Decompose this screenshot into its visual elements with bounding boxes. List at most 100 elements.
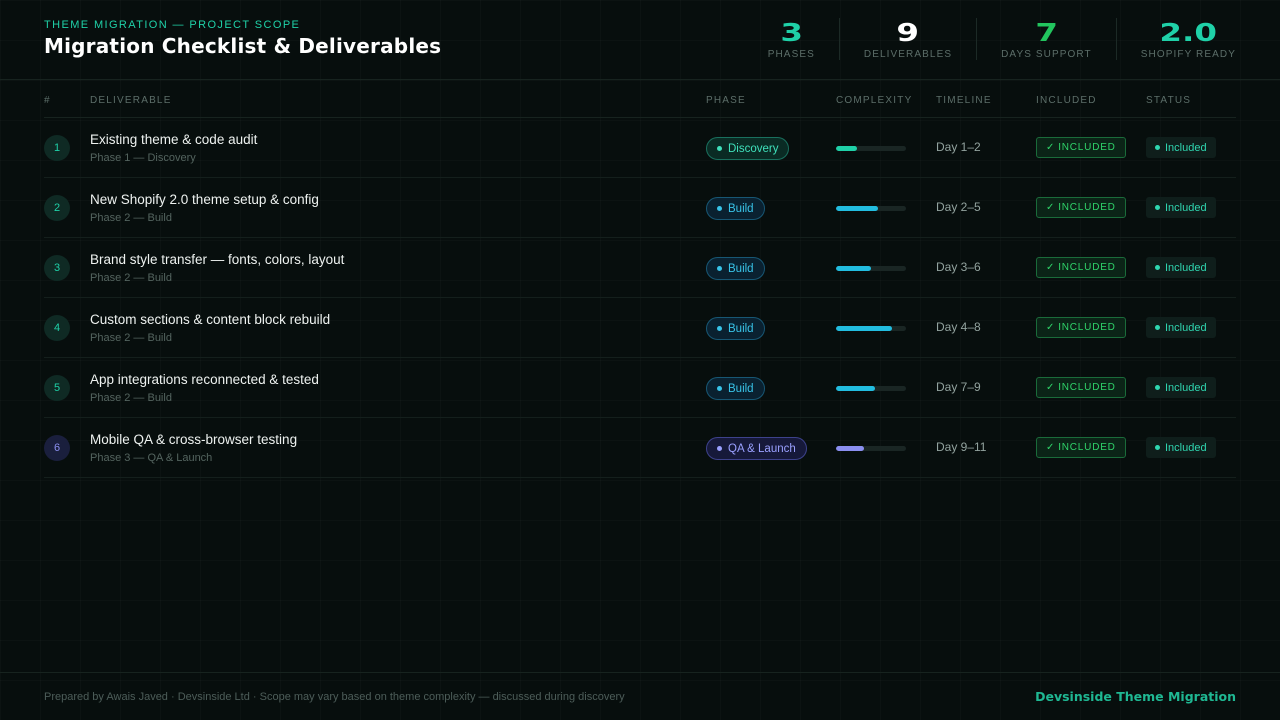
- complexity-bar: [836, 146, 906, 151]
- deliverable-title: Brand style transfer — fonts, colors, la…: [90, 252, 345, 267]
- stat-label: DELIVERABLES: [863, 49, 953, 60]
- timeline-text: Day 3–6: [936, 260, 981, 274]
- complexity-bar: [836, 446, 906, 451]
- phase-pill: Build: [706, 317, 765, 340]
- deliverable-subtitle: Phase 2 — Build: [90, 392, 172, 404]
- row-number: 3: [44, 255, 70, 281]
- complexity-fill: [836, 386, 875, 391]
- dot-icon: [717, 326, 722, 331]
- dot-icon: [1155, 145, 1160, 150]
- stat-value: 9: [896, 18, 920, 47]
- included-label: INCLUDED: [1058, 322, 1116, 333]
- check-icon: ✓: [1046, 262, 1056, 273]
- status-label: Included: [1165, 321, 1207, 334]
- phase-label: QA & Launch: [728, 442, 796, 455]
- phase-label: Build: [728, 262, 754, 275]
- status-badge: Included: [1146, 137, 1216, 158]
- stat-shopify-ready: 2.0 SHOPIFY READY: [1115, 18, 1236, 60]
- timeline-text: Day 7–9: [936, 380, 981, 394]
- stat-deliverables: 9 DELIVERABLES: [838, 18, 976, 60]
- included-label: INCLUDED: [1058, 382, 1116, 393]
- stat-value: 2.0: [1159, 18, 1218, 47]
- dot-icon: [717, 386, 722, 391]
- status-label: Included: [1165, 381, 1207, 394]
- included-label: INCLUDED: [1058, 262, 1116, 273]
- phase-label: Discovery: [728, 142, 779, 155]
- included-label: INCLUDED: [1058, 202, 1116, 213]
- eyebrow-label: THEME MIGRATION — PROJECT SCOPE: [44, 19, 301, 31]
- table-row: 4 Custom sections & content block rebuil…: [44, 298, 1236, 358]
- status-badge: Included: [1146, 197, 1216, 218]
- deliverable-title: Existing theme & code audit: [90, 132, 258, 147]
- complexity-fill: [836, 266, 871, 271]
- stat-value: 3: [779, 18, 803, 47]
- included-badge: ✓ INCLUDED: [1036, 317, 1126, 338]
- phase-label: Build: [728, 202, 754, 215]
- deliverable-title: Custom sections & content block rebuild: [90, 312, 331, 327]
- deliverable-subtitle: Phase 2 — Build: [90, 332, 172, 344]
- dot-icon: [717, 266, 722, 271]
- dot-icon: [1155, 325, 1160, 330]
- stat-phases: 3 PHASES: [768, 18, 839, 60]
- timeline-text: Day 9–11: [936, 440, 987, 454]
- phase-pill: Discovery: [706, 137, 790, 160]
- column-header-status: STATUS: [1146, 95, 1192, 106]
- dot-icon: [1155, 265, 1160, 270]
- column-header-complexity: COMPLEXITY: [836, 95, 913, 106]
- stat-label: DAYS SUPPORT: [1001, 49, 1092, 60]
- column-header-number: #: [44, 95, 51, 106]
- table-header: # DELIVERABLE PHASE COMPLEXITY TIMELINE …: [44, 80, 1236, 118]
- page-title: Migration Checklist & Deliverables: [44, 34, 442, 58]
- deliverable-subtitle: Phase 2 — Build: [90, 272, 172, 284]
- stat-label: PHASES: [767, 49, 815, 60]
- complexity-bar: [836, 386, 906, 391]
- phase-label: Build: [728, 382, 754, 395]
- stat-days-support: 7 DAYS SUPPORT: [976, 18, 1116, 60]
- deliverable-subtitle: Phase 3 — QA & Launch: [90, 452, 213, 464]
- complexity-bar: [836, 206, 906, 211]
- dot-icon: [1155, 385, 1160, 390]
- status-label: Included: [1165, 201, 1207, 214]
- included-label: INCLUDED: [1058, 142, 1116, 153]
- complexity-fill: [836, 206, 878, 211]
- table-row: 5 App integrations reconnected & tested …: [44, 358, 1236, 418]
- stat-label: SHOPIFY READY: [1140, 49, 1236, 60]
- deliverable-subtitle: Phase 1 — Discovery: [90, 152, 196, 164]
- deliverables-table: # DELIVERABLE PHASE COMPLEXITY TIMELINE …: [44, 80, 1236, 478]
- deliverable-title: New Shopify 2.0 theme setup & config: [90, 192, 319, 207]
- status-label: Included: [1165, 441, 1207, 454]
- column-header-phase: PHASE: [706, 95, 746, 106]
- footer-brand: Devsinside Theme Migration: [1035, 689, 1236, 704]
- status-label: Included: [1165, 261, 1207, 274]
- included-badge: ✓ INCLUDED: [1036, 197, 1126, 218]
- phase-pill: QA & Launch: [706, 437, 807, 460]
- included-badge: ✓ INCLUDED: [1036, 257, 1126, 278]
- check-icon: ✓: [1046, 202, 1056, 213]
- complexity-bar: [836, 266, 906, 271]
- stat-value: 7: [1035, 18, 1058, 47]
- phase-pill: Build: [706, 257, 765, 280]
- status-badge: Included: [1146, 257, 1216, 278]
- footer-note: Prepared by Awais Javed · Devsinside Ltd…: [44, 691, 625, 703]
- timeline-text: Day 2–5: [936, 200, 981, 214]
- stats-bar: 3 PHASES 9 DELIVERABLES 7 DAYS SUPPORT 2…: [768, 18, 1236, 62]
- check-icon: ✓: [1046, 442, 1056, 453]
- check-icon: ✓: [1046, 142, 1056, 153]
- deliverable-subtitle: Phase 2 — Build: [90, 212, 172, 224]
- check-icon: ✓: [1046, 382, 1056, 393]
- column-header-deliverable: DELIVERABLE: [90, 95, 172, 106]
- page-footer: Prepared by Awais Javed · Devsinside Ltd…: [0, 672, 1280, 720]
- table-row: 3 Brand style transfer — fonts, colors, …: [44, 238, 1236, 298]
- row-number: 5: [44, 375, 70, 401]
- table-row: 6 Mobile QA & cross-browser testing Phas…: [44, 418, 1236, 478]
- included-badge: ✓ INCLUDED: [1036, 137, 1126, 158]
- row-number: 1: [44, 135, 70, 161]
- deliverable-title: App integrations reconnected & tested: [90, 372, 319, 387]
- included-label: INCLUDED: [1058, 442, 1116, 453]
- column-header-timeline: TIMELINE: [936, 95, 992, 106]
- phase-label: Build: [728, 322, 754, 335]
- column-header-included: INCLUDED: [1036, 95, 1097, 106]
- dot-icon: [1155, 445, 1160, 450]
- dot-icon: [717, 146, 722, 151]
- complexity-fill: [836, 326, 892, 331]
